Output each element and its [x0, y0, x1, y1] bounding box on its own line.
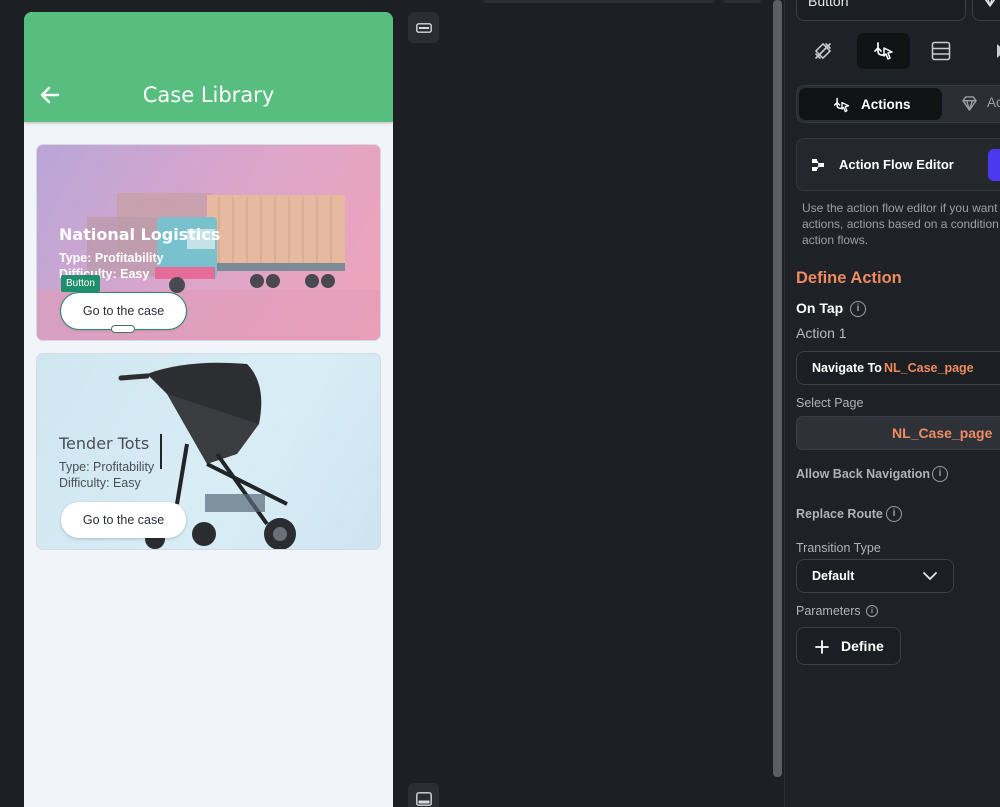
actions-icon [833, 97, 850, 113]
app-bar: Case Library [24, 12, 393, 122]
card-difficulty: Difficulty: Easy [59, 476, 141, 490]
define-parameters-button[interactable]: Define [796, 627, 901, 665]
card-title: National Logistics [59, 225, 221, 244]
actions-icon [873, 42, 893, 60]
allow-back-navigation-label: Allow Back Navigation [796, 467, 931, 481]
action-flow-editor-row[interactable]: Action Flow Editor [796, 138, 1000, 191]
panel-tabs [796, 33, 1000, 69]
case-card-tender-tots[interactable]: Tender Tots Type: Profitability Difficul… [36, 353, 381, 550]
chevron-down-icon [923, 572, 937, 580]
info-icon[interactable]: i [886, 506, 902, 522]
navigate-page: NL_Case_page [884, 361, 974, 375]
segment-actions[interactable]: Actions [799, 88, 942, 120]
top-toolbar-stub [723, 0, 761, 3]
top-toolbar-stub [483, 0, 715, 3]
actions-segmented-control: Actions Ac [796, 85, 1000, 123]
selected-widget-tag: Button [61, 275, 100, 292]
flow-nodes-icon [812, 159, 824, 171]
backend-query-icon [931, 41, 950, 61]
info-icon[interactable]: i [850, 301, 866, 317]
on-tap-label: On Tap [796, 300, 844, 316]
transition-type-value: Default [812, 569, 855, 583]
gem-button[interactable] [972, 0, 1000, 21]
card-title: Tender Tots [59, 434, 150, 453]
canvas-scrollbar[interactable] [773, 0, 782, 777]
left-strip [0, 0, 24, 807]
case-card-national-logistics[interactable]: National Logistics Type: Profitability D… [36, 144, 381, 341]
segment-second[interactable]: Ac [947, 88, 1000, 120]
diamond-icon [962, 96, 977, 111]
card-type: Type: Profitability [59, 251, 164, 265]
navigate-prefix: Navigate To [812, 361, 882, 375]
toggle-footer-button[interactable] [408, 783, 439, 807]
action-1-label: Action 1 [796, 325, 847, 341]
info-icon[interactable]: i [866, 605, 878, 617]
transition-type-dropdown[interactable]: Default [796, 559, 954, 593]
keyboard-icon [415, 22, 432, 33]
phone-preview: Case Library National Logistics Type: Pr… [24, 12, 393, 807]
define-action-heading: Define Action [796, 269, 902, 287]
tab-properties[interactable] [796, 33, 849, 69]
page-title: Case Library [142, 83, 275, 107]
select-page-field[interactable]: NL_Case_page [796, 416, 1000, 450]
tab-play[interactable] [972, 33, 1000, 69]
segment-actions-label: Actions [861, 97, 911, 112]
play-icon [997, 44, 1000, 58]
go-to-case-button[interactable]: Go to the case [61, 502, 186, 538]
widget-name-value: Button [808, 0, 849, 9]
parameters-label: Parameters [796, 604, 861, 618]
open-action-flow-editor-button[interactable] [988, 149, 1000, 181]
properties-icon [814, 42, 831, 60]
help-text: Use the action flow editor if you want a… [802, 201, 999, 247]
selection-outline [60, 292, 187, 330]
transition-type-label: Transition Type [796, 541, 881, 555]
info-icon[interactable]: i [932, 466, 948, 482]
bottom-bar-icon [415, 791, 432, 806]
define-button-label: Define [841, 638, 884, 654]
action-flow-editor-label: Action Flow Editor [839, 157, 954, 172]
tab-backend-query[interactable] [914, 33, 967, 69]
select-page-label: Select Page [796, 396, 864, 410]
properties-panel: Button Actions Ac Action Flow Editor Use… [785, 0, 1000, 807]
toggle-header-button[interactable] [408, 12, 439, 43]
plus-icon [815, 640, 829, 654]
select-page-value: NL_Case_page [892, 425, 993, 441]
resize-handle[interactable] [111, 325, 135, 333]
widget-name-field[interactable]: Button [796, 0, 966, 21]
diamond-icon [984, 0, 996, 7]
replace-route-label: Replace Route [796, 507, 883, 521]
navigate-action-row[interactable]: Navigate To NL_Case_page [796, 351, 1000, 385]
segment-second-label: Ac [987, 95, 1000, 110]
card-type: Type: Profitability [59, 460, 155, 474]
tab-actions[interactable] [857, 33, 910, 69]
